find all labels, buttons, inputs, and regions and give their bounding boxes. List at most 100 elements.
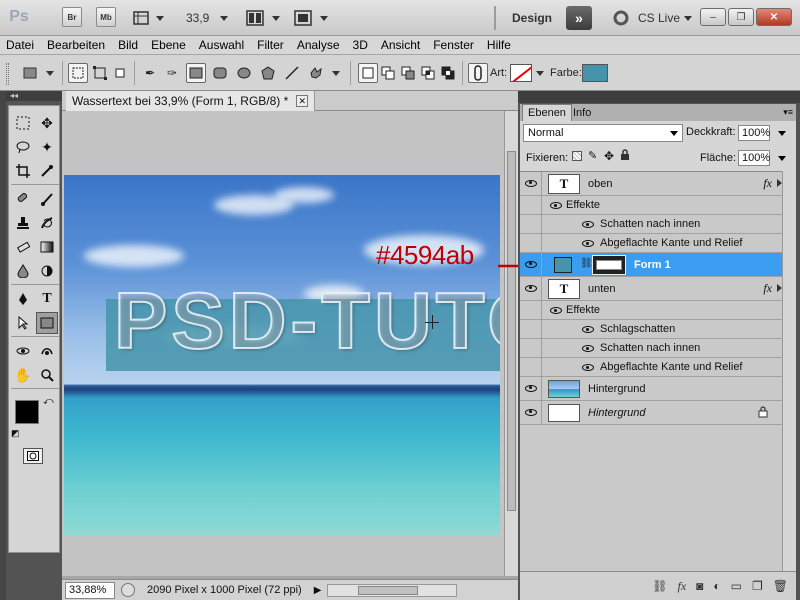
menu-analyse[interactable]: Analyse [297, 38, 340, 52]
options-grip[interactable] [6, 63, 9, 85]
opacity-caret-icon[interactable] [778, 131, 786, 136]
view-extras-caret-icon[interactable] [156, 16, 164, 21]
menu-ansicht[interactable]: Ansicht [381, 38, 420, 52]
style-swatch[interactable] [510, 64, 532, 82]
effect-inner-shadow[interactable]: Schatten nach innen [600, 218, 700, 230]
add-shape-area-icon[interactable] [378, 63, 398, 83]
fill-color-thumbnail[interactable] [554, 257, 572, 273]
visibility-eye-icon[interactable] [524, 407, 538, 417]
rectangle-tool-icon[interactable] [36, 312, 58, 334]
effect-bevel-emboss[interactable]: Abgeflachte Kante und Relief [600, 237, 743, 249]
layer-name[interactable]: oben [588, 178, 612, 190]
horizontal-scrollbar[interactable] [327, 583, 458, 597]
effect-bevel-emboss[interactable]: Abgeflachte Kante und Relief [600, 361, 743, 373]
fx-icon[interactable]: fx [763, 176, 772, 191]
cs-live-icon[interactable] [612, 7, 630, 29]
menu-fenster[interactable]: Fenster [433, 38, 474, 52]
effect-row[interactable]: Schatten nach innen [520, 215, 782, 234]
menu-bearbeiten[interactable]: Bearbeiten [47, 38, 105, 52]
clone-stamp-icon[interactable] [12, 212, 34, 234]
fill-field[interactable]: 100% [738, 150, 770, 166]
ellipse-icon[interactable] [234, 63, 254, 83]
menu-hilfe[interactable]: Hilfe [487, 38, 511, 52]
effect-inner-shadow[interactable]: Schatten nach innen [600, 342, 700, 354]
canvas-pasteboard[interactable]: PSD-TUTO [62, 111, 504, 576]
opacity-field[interactable]: 100% [738, 125, 770, 141]
bridge-button[interactable]: Br [62, 7, 82, 27]
dodge-tool-icon[interactable] [36, 260, 58, 282]
shape-layers-icon[interactable] [68, 63, 88, 83]
tools-panel-header[interactable]: ◂◂ [6, 91, 62, 101]
type-tool-icon[interactable]: T [36, 288, 58, 310]
arrange-caret-icon[interactable] [272, 16, 280, 21]
tab-ebenen[interactable]: Ebenen [522, 104, 572, 121]
magic-wand-icon[interactable]: ✦ [36, 136, 58, 158]
effect-row[interactable]: Abgeflachte Kante und Relief [520, 234, 782, 253]
effects-row[interactable]: Effekte [520, 196, 782, 215]
workspace-label[interactable]: Design [512, 7, 552, 29]
effects-eye-icon[interactable] [550, 202, 562, 209]
zoom-level[interactable]: 33,9 [186, 7, 209, 29]
3d-orbit-icon[interactable] [36, 340, 58, 362]
visibility-eye-icon[interactable] [524, 259, 538, 269]
layer-row-selected[interactable]: ⛓ Form 1 [520, 253, 782, 277]
tool-preset-icon[interactable] [20, 63, 40, 83]
layer-name[interactable]: Form 1 [634, 259, 671, 271]
move-tool-icon[interactable]: ✥ [36, 112, 58, 134]
new-shape-area-icon[interactable] [358, 63, 378, 83]
menu-ebene[interactable]: Ebene [151, 38, 186, 52]
screen-mode-caret-icon[interactable] [320, 16, 328, 21]
rectangle-shape-icon[interactable] [186, 63, 206, 83]
history-brush-icon[interactable] [36, 212, 58, 234]
adjustment-layer-icon[interactable]: ◐ [713, 579, 720, 593]
polygon-icon[interactable] [258, 63, 278, 83]
fx-icon[interactable]: fx [763, 281, 772, 296]
visibility-eye-icon[interactable] [524, 178, 538, 188]
fill-pixels-icon[interactable] [110, 63, 130, 83]
cs-live-caret-icon[interactable] [684, 16, 692, 21]
layer-row[interactable]: T oben fx [520, 172, 782, 196]
layer-row[interactable]: Hintergrund [520, 377, 782, 401]
document-size-info[interactable]: 2090 Pixel x 1000 Pixel (72 ppi) [147, 584, 302, 596]
effect-eye-icon[interactable] [582, 345, 594, 352]
style-caret-icon[interactable] [536, 71, 544, 91]
lock-transparency-icon[interactable] [572, 151, 582, 161]
add-mask-icon[interactable]: ◙ [696, 579, 703, 593]
link-layers-icon[interactable]: ⛓ [652, 579, 667, 593]
zoom-caret-icon[interactable] [220, 16, 228, 21]
intersect-shape-areas-icon[interactable] [418, 63, 438, 83]
close-button[interactable]: ✕ [756, 8, 792, 26]
line-icon[interactable] [282, 63, 302, 83]
pen-tool-icon[interactable]: ✒ [140, 63, 160, 83]
cs-live-label[interactable]: CS Live [638, 7, 680, 29]
effect-eye-icon[interactable] [582, 221, 594, 228]
hand-tool-icon[interactable]: ✋ [12, 364, 34, 386]
quick-mask-icon[interactable] [23, 448, 43, 464]
effect-eye-icon[interactable] [582, 326, 594, 333]
status-icon[interactable] [121, 583, 135, 597]
new-layer-icon[interactable]: ❐ [752, 579, 763, 593]
zoom-field[interactable]: 33,88% [65, 581, 115, 599]
restore-button[interactable]: ❐ [728, 8, 754, 26]
swap-colors-icon[interactable]: ⤺ [43, 396, 54, 407]
document-tab[interactable]: Wassertext bei 33,9% (Form 1, RGB/8) * ✕ [66, 91, 316, 111]
panel-menu-icon[interactable]: ▾≡ [783, 107, 793, 118]
arrange-documents-icon[interactable] [244, 7, 266, 29]
subtract-shape-area-icon[interactable] [398, 63, 418, 83]
layer-row[interactable]: T unten fx [520, 277, 782, 301]
minimize-button[interactable]: – [700, 8, 726, 26]
add-layer-style-icon[interactable]: fx [677, 579, 686, 594]
tab-info[interactable]: Info [568, 104, 596, 121]
menu-3d[interactable]: 3D [353, 38, 368, 52]
layer-name[interactable]: unten [588, 283, 616, 295]
color-swatch[interactable] [582, 64, 608, 82]
status-menu-arrow-icon[interactable]: ▶ [314, 585, 322, 596]
pen-tool-side-icon[interactable] [12, 288, 34, 310]
exclude-overlapping-icon[interactable] [438, 63, 458, 83]
effects-eye-icon[interactable] [550, 307, 562, 314]
delete-layer-icon[interactable]: 🗑 [773, 579, 788, 593]
new-group-icon[interactable]: ▭ [731, 579, 742, 593]
rounded-rectangle-icon[interactable] [210, 63, 230, 83]
fill-caret-icon[interactable] [778, 156, 786, 161]
3d-rotate-icon[interactable] [12, 340, 34, 362]
